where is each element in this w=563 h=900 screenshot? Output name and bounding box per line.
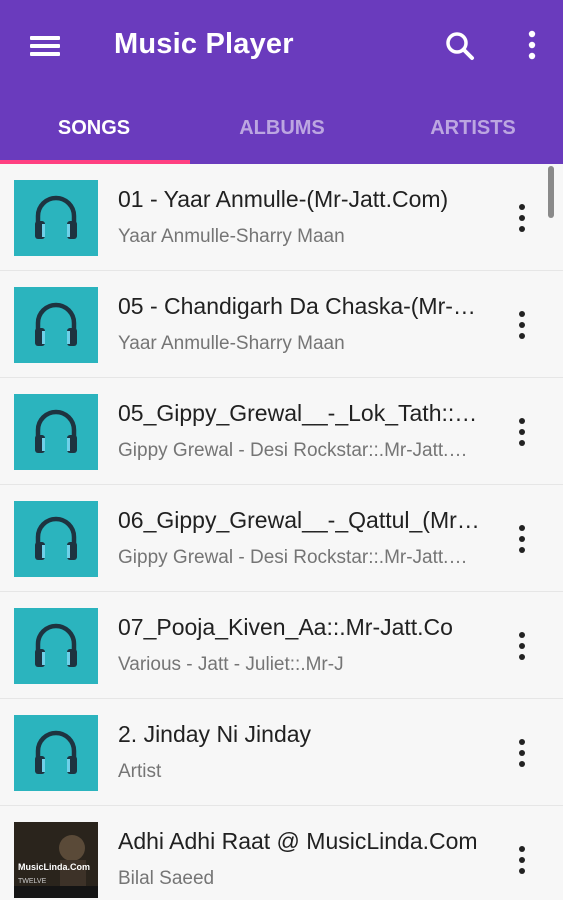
album-art-text: MusicLinda.Com <box>18 862 91 872</box>
app-title: Music Player <box>114 28 294 60</box>
song-more-icon[interactable] <box>508 840 536 880</box>
headphones-icon <box>14 608 98 684</box>
song-row[interactable]: 2. Jinday Ni Jinday Artist <box>0 699 563 806</box>
tab-albums[interactable]: ALBUMS <box>188 92 376 164</box>
toolbar: Music Player <box>0 0 563 92</box>
song-title: 07_Pooja_Kiven_Aa::.Mr-Jatt.Co <box>118 614 453 640</box>
song-more-icon[interactable] <box>508 305 536 345</box>
song-subtitle: Yaar Anmulle-Sharry Maan <box>118 226 345 247</box>
song-subtitle: Gippy Grewal - Desi Rockstar::.Mr-Jatt.C… <box>118 547 478 568</box>
search-icon[interactable] <box>440 26 480 66</box>
more-vert-icon[interactable] <box>514 26 550 66</box>
list-scrollbar[interactable] <box>548 166 554 218</box>
song-row[interactable]: MusicLinda.Com TWELVE Adhi Adhi Raat @ M… <box>0 806 563 900</box>
song-more-icon[interactable] <box>508 198 536 238</box>
song-title: 05 - Chandigarh Da Chaska-(Mr-Jatt.Com) <box>118 293 482 319</box>
headphones-icon <box>14 394 98 470</box>
song-title: 2. Jinday Ni Jinday <box>118 721 312 747</box>
song-more-icon[interactable] <box>508 519 536 559</box>
song-title: 01 - Yaar Anmulle-(Mr-Jatt.Com) <box>118 186 449 212</box>
song-subtitle: Gippy Grewal - Desi Rockstar::.Mr-Jatt.C… <box>118 440 478 461</box>
song-row[interactable]: 07_Pooja_Kiven_Aa::.Mr-Jatt.Co Various -… <box>0 592 563 699</box>
hamburger-menu-icon[interactable] <box>22 28 66 64</box>
song-row[interactable]: 05_Gippy_Grewal__-_Lok_Tath::.Mr-Jatt.Co… <box>0 378 563 485</box>
song-more-icon[interactable] <box>508 412 536 452</box>
tab-songs[interactable]: SONGS <box>0 92 188 164</box>
headphones-icon <box>14 287 98 363</box>
app-bar: Music Player SONGS ALBUMS ARTISTS <box>0 0 563 164</box>
song-title: 06_Gippy_Grewal__-_Qattul_(Mr-Jatt.Com) <box>118 507 482 533</box>
song-title: Adhi Adhi Raat @ MusicLinda.Com <box>118 828 478 854</box>
headphones-icon <box>14 501 98 577</box>
song-more-icon[interactable] <box>508 733 536 773</box>
headphones-icon <box>14 180 98 256</box>
headphones-icon <box>14 715 98 791</box>
song-subtitle: Various - Jatt - Juliet::.Mr-J <box>118 654 344 675</box>
song-list[interactable]: 01 - Yaar Anmulle-(Mr-Jatt.Com) Yaar Anm… <box>0 164 563 900</box>
song-subtitle: Yaar Anmulle-Sharry Maan <box>118 333 345 354</box>
album-art-subtext: TWELVE <box>18 878 47 885</box>
song-row[interactable]: 06_Gippy_Grewal__-_Qattul_(Mr-Jatt.Com) … <box>0 485 563 592</box>
song-title: 05_Gippy_Grewal__-_Lok_Tath::.Mr-Jatt.Co… <box>118 400 482 426</box>
song-row[interactable]: 01 - Yaar Anmulle-(Mr-Jatt.Com) Yaar Anm… <box>0 164 563 271</box>
album-art: MusicLinda.Com TWELVE <box>14 822 98 898</box>
tab-bar: SONGS ALBUMS ARTISTS <box>0 92 563 164</box>
song-subtitle: Bilal Saeed <box>118 868 215 889</box>
song-row[interactable]: 05 - Chandigarh Da Chaska-(Mr-Jatt.Com) … <box>0 271 563 378</box>
tab-artists[interactable]: ARTISTS <box>379 92 563 164</box>
song-more-icon[interactable] <box>508 626 536 666</box>
song-subtitle: Artist <box>118 761 162 782</box>
